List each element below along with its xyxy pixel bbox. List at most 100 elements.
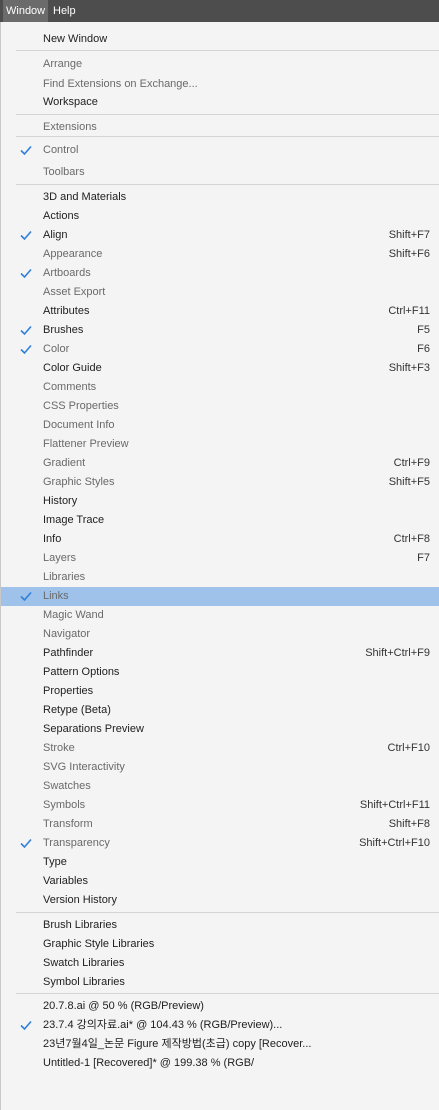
menu-item-libraries[interactable]: Libraries — [1, 568, 439, 587]
checkmark-icon — [20, 230, 32, 241]
menu-item-appearance[interactable]: Appearance Shift+F6 — [1, 245, 439, 264]
menu-item-swatches[interactable]: Swatches — [1, 777, 439, 796]
menu-item-stroke[interactable]: Stroke Ctrl+F10 — [1, 739, 439, 758]
menu-item-shortcut: Shift+F5 — [388, 476, 430, 488]
menu-item-symbols[interactable]: Symbols Shift+Ctrl+F11 — [1, 796, 439, 815]
checkmark-icon — [20, 268, 32, 279]
menu-item-label: Image Trace — [43, 514, 105, 526]
menu-item-flattener-preview[interactable]: Flattener Preview — [1, 435, 439, 454]
menu-item-label: Comments — [43, 381, 97, 393]
menu-item-version-history[interactable]: Version History — [1, 891, 439, 910]
menu-item-transparency[interactable]: Transparency Shift+Ctrl+F10 — [1, 834, 439, 853]
menu-item-label: Links — [43, 590, 69, 602]
menu-item-brushes[interactable]: Brushes F5 — [1, 321, 439, 340]
menu-item-graphic-style-libraries[interactable]: Graphic Style Libraries — [1, 935, 439, 954]
menu-item-pathfinder[interactable]: Pathfinder Shift+Ctrl+F9 — [1, 644, 439, 663]
menu-item-history[interactable]: History — [1, 492, 439, 511]
menu-item-label: Retype (Beta) — [43, 704, 111, 716]
menu-item-label: 23년7월4일_논문 Figure 제작방법(초급) copy [Recover… — [43, 1038, 312, 1050]
checkmark-icon — [20, 344, 32, 355]
menu-item-label: Swatch Libraries — [43, 957, 125, 969]
menu-item-shortcut: F6 — [417, 343, 430, 355]
menu-item-label: Gradient — [43, 457, 86, 469]
menu-bar: Window Help — [0, 0, 439, 22]
menu-item-arrange[interactable]: Arrange — [1, 55, 439, 74]
menu-item-separations-preview[interactable]: Separations Preview — [1, 720, 439, 739]
menu-item-links[interactable]: Links — [1, 587, 439, 606]
menu-item-label: Attributes — [43, 305, 90, 317]
menu-item-label: Variables — [43, 875, 89, 887]
menu-item-23-7-4-ai-104-43-rgb-preview[interactable]: 23.7.4 강의자료.ai* @ 104.43 % (RGB/Preview)… — [1, 1016, 439, 1035]
menu-item-label: Info — [43, 533, 62, 545]
menu-item-document-info[interactable]: Document Info — [1, 416, 439, 435]
menu-item-shortcut: Ctrl+F9 — [393, 457, 430, 469]
menu-item-artboards[interactable]: Artboards — [1, 264, 439, 283]
menu-item-label: Properties — [43, 685, 94, 697]
menu-item-23-7-4-figure-copy-recover[interactable]: 23년7월4일_논문 Figure 제작방법(초급) copy [Recover… — [1, 1035, 439, 1054]
menu-item-shortcut: Shift+F3 — [388, 362, 430, 374]
menu-separator — [16, 993, 439, 994]
menu-item-svg-interactivity[interactable]: SVG Interactivity — [1, 758, 439, 777]
menu-item-shortcut: Ctrl+F11 — [388, 305, 430, 317]
menu-item-brush-libraries[interactable]: Brush Libraries — [1, 916, 439, 935]
menu-item-label: Toolbars — [43, 166, 85, 178]
menu-item-properties[interactable]: Properties — [1, 682, 439, 701]
menu-item-extensions[interactable]: Extensions — [1, 118, 439, 137]
menu-item-css-properties[interactable]: CSS Properties — [1, 397, 439, 416]
menu-item-shortcut: Shift+F8 — [388, 818, 430, 830]
menu-item-label: Find Extensions on Exchange... — [43, 78, 198, 90]
menu-item-label: Stroke — [43, 742, 75, 754]
menu-item-label: Type — [43, 856, 67, 868]
menu-item-untitled-1-recovered-199-38-rgb[interactable]: Untitled-1 [Recovered]* @ 199.38 % (RGB/ — [1, 1054, 439, 1073]
menu-item-label: Navigator — [43, 628, 91, 640]
menu-item-pattern-options[interactable]: Pattern Options — [1, 663, 439, 682]
menu-window[interactable]: Window — [3, 0, 49, 22]
menu-item-label: Pattern Options — [43, 666, 120, 678]
menu-item-find-extensions-on-exchange[interactable]: Find Extensions on Exchange... — [1, 75, 439, 94]
menu-item-label: Artboards — [43, 267, 91, 279]
menu-item-align[interactable]: Align Shift+F7 — [1, 226, 439, 245]
menu-item-transform[interactable]: Transform Shift+F8 — [1, 815, 439, 834]
menu-item-symbol-libraries[interactable]: Symbol Libraries — [1, 973, 439, 992]
menu-item-magic-wand[interactable]: Magic Wand — [1, 606, 439, 625]
menu-item-label: Appearance — [43, 248, 103, 260]
menu-item-comments[interactable]: Comments — [1, 378, 439, 397]
menu-item-navigator[interactable]: Navigator — [1, 625, 439, 644]
menu-item-label: Magic Wand — [43, 609, 104, 621]
menu-item-asset-export[interactable]: Asset Export — [1, 283, 439, 302]
menu-item-gradient[interactable]: Gradient Ctrl+F9 — [1, 454, 439, 473]
menu-item-shortcut: Shift+Ctrl+F10 — [359, 837, 430, 849]
menu-item-3d-and-materials[interactable]: 3D and Materials — [1, 188, 439, 207]
menu-separator — [16, 136, 439, 137]
checkmark-icon — [20, 325, 32, 336]
menu-item-color[interactable]: Color F6 — [1, 340, 439, 359]
menu-item-attributes[interactable]: Attributes Ctrl+F11 — [1, 302, 439, 321]
window-menu-dropdown: New Window Arrange Find Extensions on Exch… — [0, 22, 439, 1110]
checkmark-icon — [20, 591, 32, 602]
menu-item-swatch-libraries[interactable]: Swatch Libraries — [1, 954, 439, 973]
checkmark-icon — [20, 145, 32, 156]
menu-item-layers[interactable]: Layers F7 — [1, 549, 439, 568]
menu-item-shortcut: Ctrl+F10 — [387, 742, 431, 754]
menu-item-info[interactable]: Info Ctrl+F8 — [1, 530, 439, 549]
menu-item-image-trace[interactable]: Image Trace — [1, 511, 439, 530]
menu-item-workspace[interactable]: Workspace — [1, 93, 439, 112]
menu-item-label: Transform — [43, 818, 93, 830]
menu-item-variables[interactable]: Variables — [1, 872, 439, 891]
menu-item-label: Brush Libraries — [43, 919, 117, 931]
menu-item-type[interactable]: Type — [1, 853, 439, 872]
menu-item-20-7-8-ai-50-rgb-preview[interactable]: 20.7.8.ai @ 50 % (RGB/Preview) — [1, 997, 439, 1016]
menu-item-actions[interactable]: Actions — [1, 207, 439, 226]
menu-item-graphic-styles[interactable]: Graphic Styles Shift+F5 — [1, 473, 439, 492]
menu-item-color-guide[interactable]: Color Guide Shift+F3 — [1, 359, 439, 378]
menu-item-label: Swatches — [43, 780, 91, 792]
menu-item-retype-beta[interactable]: Retype (Beta) — [1, 701, 439, 720]
menu-help[interactable]: Help — [50, 0, 79, 22]
menu-separator — [16, 912, 439, 913]
menu-item-toolbars[interactable]: Toolbars — [1, 163, 439, 182]
menu-item-control[interactable]: Control — [1, 141, 439, 160]
menu-item-label: Actions — [43, 210, 80, 222]
menu-item-new-window[interactable]: New Window — [1, 30, 439, 49]
checkmark-icon — [20, 838, 32, 849]
menu-item-shortcut: Shift+Ctrl+F9 — [365, 647, 430, 659]
